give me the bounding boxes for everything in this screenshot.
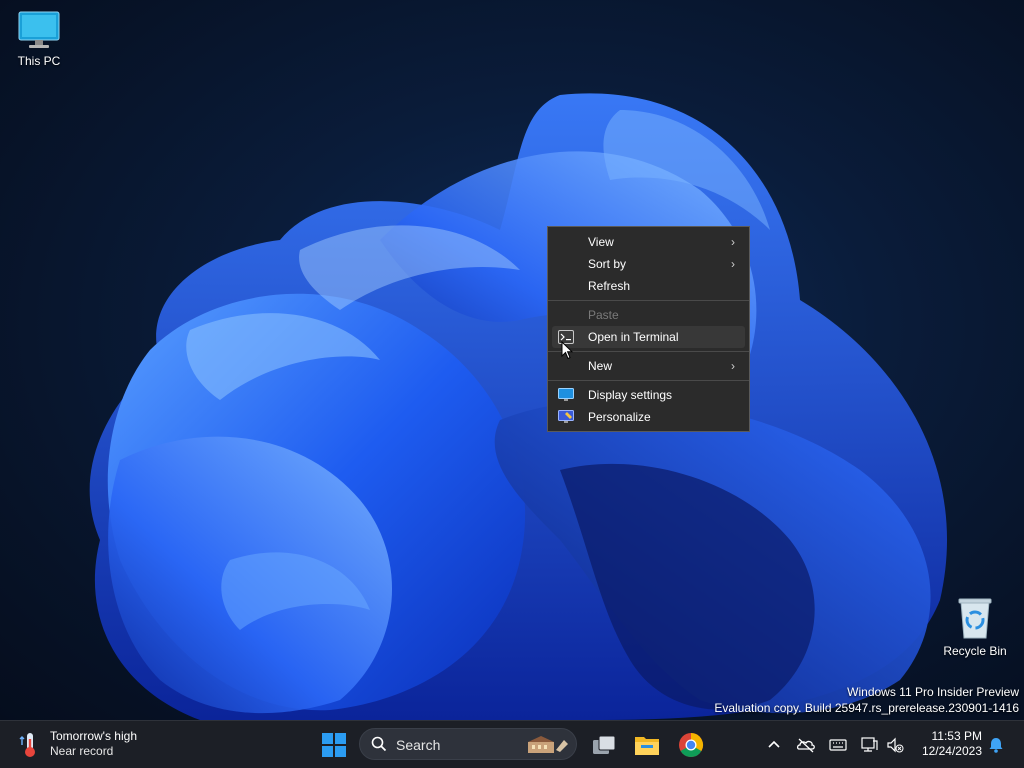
menu-separator (548, 351, 749, 352)
watermark-line-1: Windows 11 Pro Insider Preview (847, 685, 1019, 699)
personalize-icon (558, 410, 574, 423)
menu-item-view[interactable]: View › (552, 231, 745, 253)
desktop[interactable]: This PC Recycle Bin Windows 11 Pro Insid… (0, 0, 1024, 720)
taskbar-search-box[interactable]: Search (359, 728, 577, 760)
search-label: Search (396, 737, 441, 753)
weather-title: Tomorrow's high (50, 729, 137, 743)
system-clock[interactable]: 11:53 PM 12/24/2023 (908, 729, 982, 759)
menu-item-refresh[interactable]: Refresh (552, 275, 745, 297)
this-pc-label: This PC (17, 54, 61, 68)
task-view-icon[interactable] (590, 731, 618, 759)
recycle-bin-shortcut[interactable]: Recycle Bin (937, 596, 1013, 658)
folder-icon[interactable] (633, 731, 661, 759)
menu-item-display-settings[interactable]: Display settings (552, 384, 745, 406)
menu-item-personalize-label: Personalize (588, 410, 651, 424)
notification-bell-icon[interactable] (986, 735, 1006, 755)
menu-item-open-in-terminal-label: Open in Terminal (588, 330, 679, 344)
menu-separator (548, 380, 749, 381)
menu-item-sort-by[interactable]: Sort by › (552, 253, 745, 275)
chevron-up-icon[interactable] (764, 735, 784, 755)
menu-item-personalize[interactable]: Personalize (552, 406, 745, 428)
taskbar: Tomorrow's high Near record Search 11:53… (0, 720, 1024, 768)
search-icon (371, 736, 387, 752)
evaluation-watermark: Windows 11 Pro Insider Preview Evaluatio… (714, 684, 1019, 716)
desktop-context-menu: View › Sort by › Refresh Paste Open in T… (547, 226, 750, 432)
menu-item-refresh-label: Refresh (588, 279, 631, 293)
this-pc-shortcut[interactable]: This PC (1, 10, 77, 68)
weather-text: Tomorrow's high Near record (50, 729, 137, 759)
wallpaper-bloom (89, 93, 948, 720)
chevron-right-icon: › (731, 359, 735, 373)
thermometer-icon (19, 733, 35, 757)
menu-item-sort-by-label: Sort by (588, 257, 627, 271)
menu-item-new-label: New (588, 359, 613, 373)
menu-item-paste: Paste (552, 304, 745, 326)
search-highlight-icon (528, 736, 568, 753)
chevron-right-icon: › (731, 257, 735, 271)
watermark-line-2: Evaluation copy. Build 25947.rs_prerelea… (714, 701, 1019, 715)
menu-item-display-settings-label: Display settings (588, 388, 673, 402)
display-settings-icon (558, 388, 574, 401)
recycle-bin-label: Recycle Bin (943, 644, 1007, 658)
clock-date: 12/24/2023 (921, 744, 982, 758)
clock-time: 11:53 PM (931, 729, 982, 743)
chevron-right-icon: › (731, 235, 735, 249)
mouse-pointer-icon (561, 341, 573, 360)
onedrive-offline-icon[interactable] (796, 735, 816, 755)
keyboard-icon[interactable] (828, 735, 848, 755)
menu-item-new[interactable]: New › (552, 355, 745, 377)
chrome-icon[interactable] (677, 731, 705, 759)
windows-start-icon[interactable] (320, 731, 348, 759)
menu-separator (548, 300, 749, 301)
monitor-icon (18, 11, 60, 48)
menu-item-paste-label: Paste (588, 308, 619, 322)
network-icon[interactable] (859, 735, 879, 755)
recycle-bin-icon (958, 598, 992, 639)
menu-item-open-in-terminal[interactable]: Open in Terminal (552, 326, 745, 348)
menu-item-view-label: View (588, 235, 614, 249)
volume-muted-icon[interactable] (885, 735, 905, 755)
weather-subtitle: Near record (50, 744, 114, 758)
